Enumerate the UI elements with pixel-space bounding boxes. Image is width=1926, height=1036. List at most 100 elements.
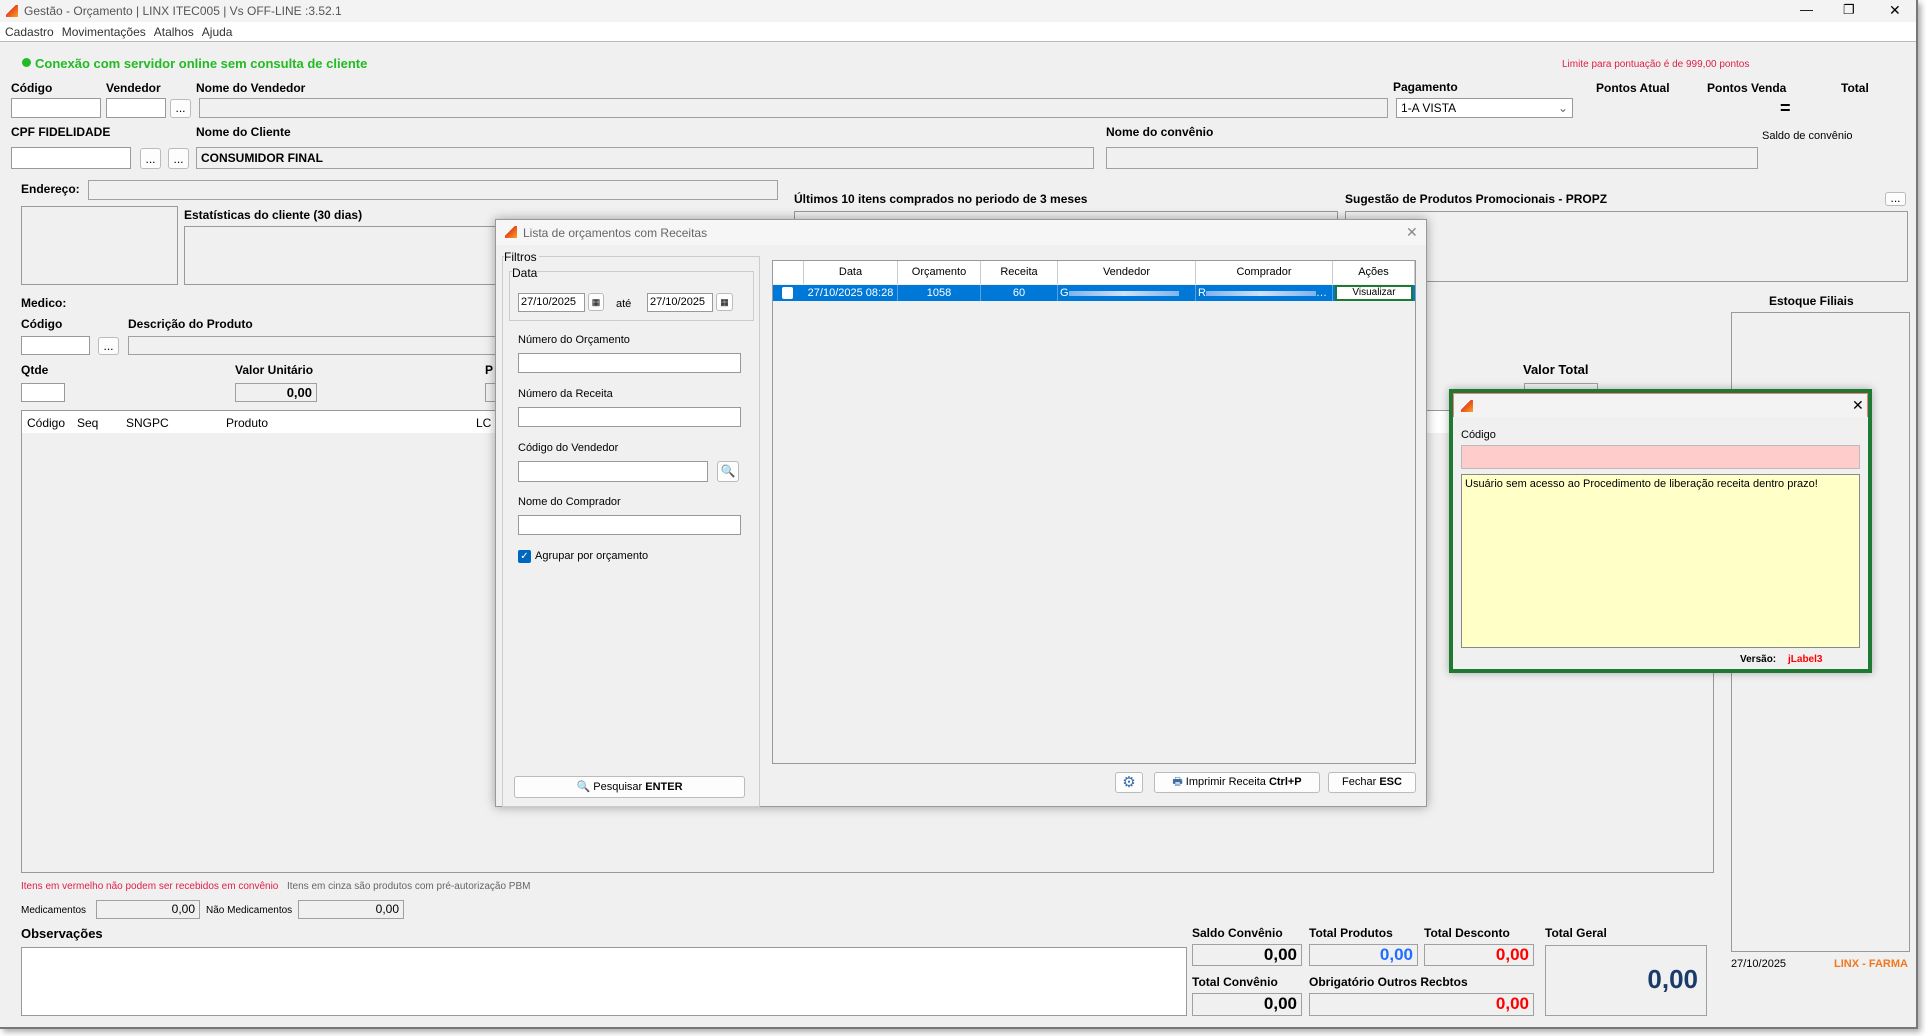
col-codigo[interactable]: Código xyxy=(27,416,65,430)
medicamentos-label: Medicamentos xyxy=(21,905,87,916)
cod-vendedor-input[interactable] xyxy=(518,461,708,482)
cpf-label: CPF FIDELIDADE xyxy=(11,125,111,139)
col-acoes[interactable]: Ações xyxy=(1333,261,1415,284)
col-comprador[interactable]: Comprador xyxy=(1196,261,1333,284)
nao-medicamentos-field: 0,00 xyxy=(298,900,404,919)
cpf-input[interactable] xyxy=(11,147,131,169)
total-geral-value: 0,00 xyxy=(1545,945,1707,1016)
chevron-down-icon: ⌄ xyxy=(1557,101,1568,115)
menu-cadastro[interactable]: Cadastro xyxy=(5,25,54,39)
obrigatorio-value: 0,00 xyxy=(1309,993,1534,1016)
observacoes-textarea[interactable] xyxy=(21,947,1187,1016)
search-vendedor-icon[interactable]: 🔍 xyxy=(717,461,739,482)
nome-comprador-input[interactable] xyxy=(518,515,741,535)
calendar-from-icon[interactable]: ▦ xyxy=(588,293,604,311)
dialog-logo-icon xyxy=(505,226,517,238)
row-checkbox[interactable] xyxy=(782,287,793,299)
produto-lookup-button[interactable]: ... xyxy=(98,337,119,355)
menu-atalhos[interactable]: Atalhos xyxy=(154,25,194,39)
settings-gear-icon[interactable]: ⚙ xyxy=(1115,772,1143,793)
orcamentos-grid[interactable]: Data Orçamento Receita Vendedor Comprado… xyxy=(772,260,1416,764)
col-data[interactable]: Data xyxy=(804,261,898,284)
col-produto[interactable]: Produto xyxy=(226,416,268,430)
grid-row[interactable]: 27/10/2025 08:28 1058 60 G R… Visualizar xyxy=(773,285,1415,301)
blurred-text xyxy=(1068,290,1179,296)
nome-convenio-label: Nome do convênio xyxy=(1106,125,1214,139)
cliente-lookup-button[interactable]: ... xyxy=(168,148,189,169)
col-orcamento[interactable]: Orçamento xyxy=(898,261,981,284)
menu-movimentacoes[interactable]: Movimentações xyxy=(62,25,146,39)
col-receita[interactable]: Receita xyxy=(981,261,1058,284)
total-label: Total xyxy=(1841,81,1869,95)
estatisticas-label: Estatísticas do cliente (30 dias) xyxy=(184,208,363,222)
col-lc[interactable]: LC xyxy=(476,416,491,430)
pagamento-label: Pagamento xyxy=(1393,80,1458,94)
fechar-button[interactable]: Fechar ESC xyxy=(1328,772,1416,793)
nome-cliente-label: Nome do Cliente xyxy=(196,125,291,139)
agrupar-checkbox[interactable]: ✓ xyxy=(518,550,531,563)
pesquisar-button[interactable]: 🔍 Pesquisar ENTER xyxy=(514,776,745,798)
saldo-convenio-value: 0,00 xyxy=(1192,944,1302,966)
col-sngpc[interactable]: SNGPC xyxy=(126,416,169,430)
date-from-input[interactable]: 27/10/2025 xyxy=(518,293,585,312)
popup-title-bar: ✕ xyxy=(1453,393,1868,417)
visualizar-button[interactable]: Visualizar xyxy=(1335,285,1413,301)
row-data: 27/10/2025 08:28 xyxy=(804,285,898,301)
sugestao-more-button[interactable]: ... xyxy=(1885,192,1906,206)
dialog-close-button[interactable]: ✕ xyxy=(1406,224,1418,241)
close-button[interactable]: ✕ xyxy=(1889,2,1901,19)
col-vendedor[interactable]: Vendedor xyxy=(1058,261,1196,284)
imprimir-receita-button[interactable]: 🖶 Imprimir Receita Ctrl+P xyxy=(1154,772,1320,793)
popup-logo-icon xyxy=(1461,400,1473,412)
vendedor-input[interactable] xyxy=(106,98,166,118)
fechar-key: ESC xyxy=(1379,776,1402,788)
valor-unitario-label: Valor Unitário xyxy=(235,363,314,377)
fechar-label: Fechar xyxy=(1342,776,1377,788)
printer-icon: 🖶 xyxy=(1172,776,1183,788)
estoque-label: Estoque Filiais xyxy=(1769,294,1854,308)
blurred-text xyxy=(1205,290,1316,296)
restore-button[interactable]: ❐ xyxy=(1843,2,1855,18)
num-orcamento-input[interactable] xyxy=(518,353,741,373)
total-geral-label: Total Geral xyxy=(1545,926,1607,940)
col-select[interactable] xyxy=(773,261,804,284)
client-photo-box xyxy=(21,206,178,285)
pontos-atual-label: Pontos Atual xyxy=(1596,81,1670,95)
points-limit: Limite para pontuação é de 999,00 pontos xyxy=(1562,59,1750,70)
pagamento-select[interactable]: 1-A VISTA ⌄ xyxy=(1396,98,1573,118)
num-orcamento-label: Número do Orçamento xyxy=(518,334,630,346)
row-orcamento: 1058 xyxy=(898,285,981,301)
cpf-lookup-button[interactable]: ... xyxy=(140,148,161,169)
num-receita-input[interactable] xyxy=(518,407,741,427)
menu-ajuda[interactable]: Ajuda xyxy=(202,25,233,39)
pesquisar-label: Pesquisar xyxy=(593,781,643,793)
cod-vendedor-label: Código do Vendedor xyxy=(518,442,619,454)
vendedor-lookup-button[interactable]: ... xyxy=(170,99,191,118)
date-to-input[interactable]: 27/10/2025 xyxy=(647,293,713,312)
imprimir-key: Ctrl+P xyxy=(1268,776,1302,788)
saldo-convenio-total-label: Saldo Convênio xyxy=(1192,926,1283,940)
p-label: P xyxy=(485,363,494,377)
ate-label: até xyxy=(616,298,632,310)
popup-codigo-input[interactable] xyxy=(1461,445,1860,469)
pagamento-value: 1-A VISTA xyxy=(1401,101,1457,115)
nome-vendedor-label: Nome do Vendedor xyxy=(196,81,306,95)
nome-cliente-field: CONSUMIDOR FINAL xyxy=(196,147,1094,169)
minimize-button[interactable]: — xyxy=(1800,2,1813,17)
total-convenio-value: 0,00 xyxy=(1192,993,1302,1016)
calendar-to-icon[interactable]: ▦ xyxy=(716,293,733,311)
obrigatorio-label: Obrigatório Outros Recbtos xyxy=(1309,975,1468,989)
connection-status-icon xyxy=(22,58,31,67)
pesquisar-key: ENTER xyxy=(645,781,683,793)
qtde-input[interactable] xyxy=(21,383,65,402)
total-desconto-value: 0,00 xyxy=(1424,944,1534,966)
codigo-input[interactable] xyxy=(11,98,101,118)
sugestao-box xyxy=(1345,211,1908,282)
valor-unitario-field: 0,00 xyxy=(235,383,317,402)
filtros-label: Filtros xyxy=(504,250,539,264)
produto-codigo-label: Código xyxy=(21,317,63,331)
popup-close-button[interactable]: ✕ xyxy=(1852,397,1864,414)
produto-codigo-input[interactable] xyxy=(21,336,90,355)
col-seq[interactable]: Seq xyxy=(77,416,98,430)
dialog-title-bar: Lista de orçamentos com Receitas ✕ xyxy=(496,220,1426,245)
